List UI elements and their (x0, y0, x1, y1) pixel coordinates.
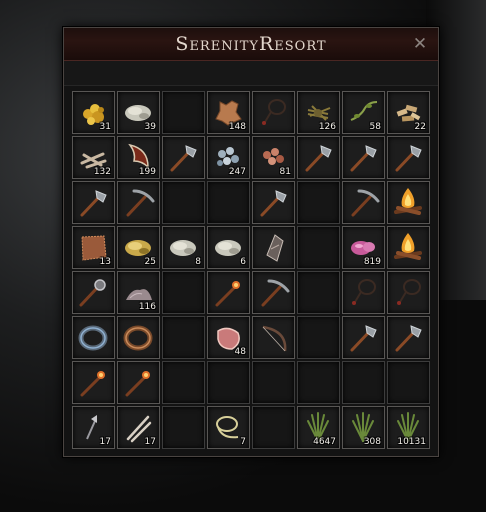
item-count: 31 (99, 122, 111, 132)
item-count: 819 (363, 257, 381, 267)
inventory-slot[interactable]: 10131 (387, 406, 430, 449)
inventory-slot[interactable]: 4647 (297, 406, 340, 449)
empty-inventory-slot[interactable] (162, 406, 205, 449)
inventory-slot[interactable] (387, 136, 430, 179)
inventory-slot[interactable]: 247 (207, 136, 250, 179)
item-count: 25 (144, 257, 156, 267)
empty-inventory-slot[interactable] (162, 91, 205, 134)
item-count: 22 (414, 122, 426, 132)
empty-inventory-slot[interactable] (162, 181, 205, 224)
inventory-slot[interactable] (252, 271, 295, 314)
item-count: 199 (138, 167, 156, 177)
item-count: 6 (240, 257, 246, 267)
item-count: 148 (228, 122, 246, 132)
inventory-slot[interactable] (117, 181, 160, 224)
inventory-slot[interactable]: 8 (162, 226, 205, 269)
inventory-slot[interactable] (117, 361, 160, 404)
empty-inventory-slot[interactable] (297, 181, 340, 224)
inventory-slot[interactable] (387, 181, 430, 224)
inventory-slot[interactable] (342, 271, 385, 314)
inventory-slot[interactable] (387, 271, 430, 314)
inventory-slot[interactable]: 17 (117, 406, 160, 449)
inventory-slot[interactable] (342, 316, 385, 359)
inventory-slot[interactable] (297, 136, 340, 179)
item-count: 13 (99, 257, 111, 267)
item-count: 4647 (313, 437, 336, 447)
empty-inventory-slot[interactable] (207, 181, 250, 224)
item-count: 116 (138, 302, 156, 312)
empty-inventory-slot[interactable] (297, 226, 340, 269)
inventory-slot[interactable] (72, 181, 115, 224)
inventory-slot[interactable] (117, 316, 160, 359)
inventory-slot[interactable]: 6 (207, 226, 250, 269)
empty-inventory-slot[interactable] (162, 361, 205, 404)
inventory-window: SerenityResort ✕ 31 39 148 126 58 22 132 199 247… (63, 27, 439, 457)
inventory-slot[interactable] (72, 271, 115, 314)
item-count: 10131 (397, 437, 426, 447)
inventory-slot[interactable] (387, 226, 430, 269)
inventory-slot[interactable] (72, 361, 115, 404)
inventory-slot[interactable]: 126 (297, 91, 340, 134)
empty-inventory-slot[interactable] (297, 316, 340, 359)
empty-inventory-slot[interactable] (387, 361, 430, 404)
inventory-slot[interactable]: 116 (117, 271, 160, 314)
inventory-slot[interactable]: 81 (252, 136, 295, 179)
empty-inventory-slot[interactable] (342, 361, 385, 404)
inventory-slot[interactable]: 308 (342, 406, 385, 449)
item-count: 132 (93, 167, 111, 177)
inventory-grid: 31 39 148 126 58 22 132 199 247 81 13 25 8 6 819 116 48 1… (72, 91, 430, 449)
inventory-slot[interactable] (162, 136, 205, 179)
item-count: 247 (228, 167, 246, 177)
inventory-slot[interactable] (72, 316, 115, 359)
item-count: 58 (369, 122, 381, 132)
item-count: 48 (234, 347, 246, 357)
item-count: 39 (144, 122, 156, 132)
inventory-slot[interactable] (252, 181, 295, 224)
inventory-slot[interactable]: 39 (117, 91, 160, 134)
window-title: SerenityResort (175, 33, 327, 55)
item-count: 7 (240, 437, 246, 447)
inventory-slot[interactable] (252, 226, 295, 269)
inventory-slot[interactable]: 148 (207, 91, 250, 134)
empty-inventory-slot[interactable] (162, 316, 205, 359)
inventory-slot[interactable]: 819 (342, 226, 385, 269)
inventory-slot[interactable]: 17 (72, 406, 115, 449)
item-count: 81 (279, 167, 291, 177)
inventory-slot[interactable] (342, 136, 385, 179)
inventory-slot[interactable]: 22 (387, 91, 430, 134)
inventory-slot[interactable]: 132 (72, 136, 115, 179)
window-subbar (64, 61, 438, 86)
item-count: 308 (363, 437, 381, 447)
window-titlebar[interactable]: SerenityResort ✕ (64, 28, 438, 61)
empty-inventory-slot[interactable] (297, 271, 340, 314)
inventory-slot[interactable] (252, 91, 295, 134)
item-count: 17 (99, 437, 111, 447)
empty-inventory-slot[interactable] (252, 406, 295, 449)
inventory-slot[interactable]: 13 (72, 226, 115, 269)
inventory-slot[interactable] (342, 181, 385, 224)
inventory-slot[interactable]: 31 (72, 91, 115, 134)
inventory-slot[interactable]: 7 (207, 406, 250, 449)
empty-inventory-slot[interactable] (297, 361, 340, 404)
inventory-slot[interactable] (252, 316, 295, 359)
inventory-slot[interactable] (207, 271, 250, 314)
empty-inventory-slot[interactable] (162, 271, 205, 314)
empty-inventory-slot[interactable] (252, 361, 295, 404)
empty-inventory-slot[interactable] (207, 361, 250, 404)
item-count: 8 (195, 257, 201, 267)
inventory-slot[interactable]: 58 (342, 91, 385, 134)
item-count: 17 (144, 437, 156, 447)
item-count: 126 (318, 122, 336, 132)
close-icon[interactable]: ✕ (410, 34, 430, 54)
inventory-slot[interactable] (387, 316, 430, 359)
inventory-slot[interactable]: 48 (207, 316, 250, 359)
inventory-slot[interactable]: 199 (117, 136, 160, 179)
inventory-slot[interactable]: 25 (117, 226, 160, 269)
